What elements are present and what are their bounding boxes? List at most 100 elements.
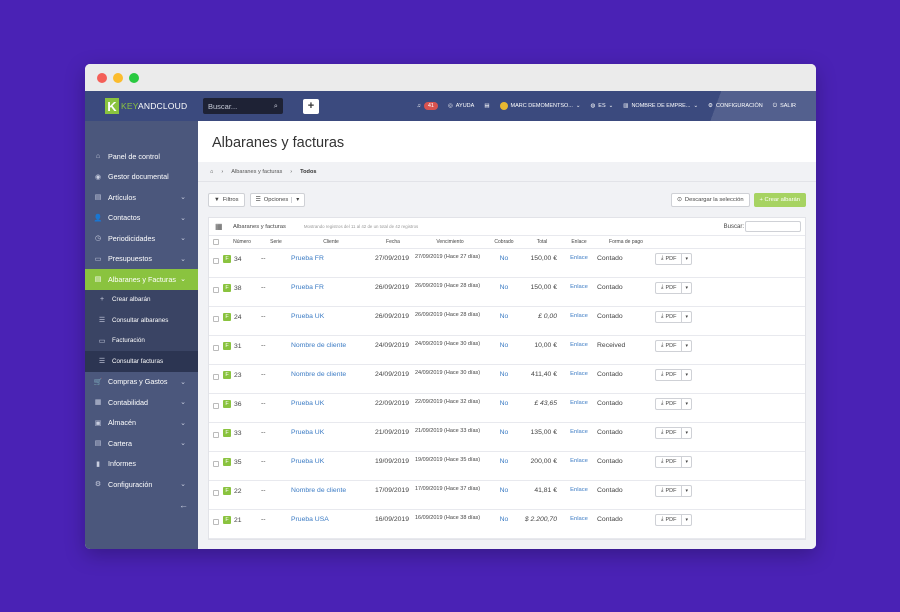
caret-down-icon[interactable]: ▾ xyxy=(682,285,691,291)
sidebar-item-presupuestos[interactable]: ▭ Presupuestos ⌄ xyxy=(85,249,198,270)
paid-status[interactable]: No xyxy=(485,335,523,365)
sidebar-item-compras-y-gastos[interactable]: 🛒 Compras y Gastos ⌄ xyxy=(85,372,198,393)
caret-down-icon[interactable]: ▾ xyxy=(682,372,691,378)
caret-down-icon[interactable]: ▾ xyxy=(682,517,691,523)
logout-link[interactable]: ⏻ SALIR xyxy=(773,103,796,110)
paid-status[interactable]: No xyxy=(485,509,523,539)
company-menu[interactable]: ▥ NOMBRE DE EMPRE... ⌄ xyxy=(623,103,698,109)
link[interactable]: Enlace xyxy=(561,277,597,307)
client-link[interactable]: Nombre de cliente xyxy=(291,335,371,365)
pdf-button[interactable]: ⤓ PDF ▾ xyxy=(655,310,692,323)
caret-down-icon[interactable]: ▾ xyxy=(682,430,691,436)
sidebar-item-crear-albarán[interactable]: + Crear albarán xyxy=(85,290,198,311)
pdf-button[interactable]: ⤓ PDF ▾ xyxy=(655,513,692,526)
sidebar-item-gestor-documental[interactable]: ◉ Gestor documental xyxy=(85,167,198,188)
link[interactable]: Enlace xyxy=(561,509,597,539)
table-search-input[interactable] xyxy=(745,221,801,232)
row-checkbox[interactable] xyxy=(213,286,219,293)
sidebar-item-artículos[interactable]: ▤ Artículos ⌄ xyxy=(85,187,198,208)
collapse-sidebar-icon[interactable]: ← xyxy=(85,495,198,515)
link[interactable]: Enlace xyxy=(561,480,597,510)
table-row[interactable]: F 22 -- Nombre de cliente 17/09/2019 17/09/20… xyxy=(209,480,805,510)
language-menu[interactable]: ◍ ES ⌄ xyxy=(590,103,613,109)
paid-status[interactable]: No xyxy=(485,451,523,481)
row-checkbox[interactable] xyxy=(213,257,219,264)
table-row[interactable]: F 31 -- Nombre de cliente 24/09/2019 24/09/20… xyxy=(209,335,805,365)
notifications[interactable]: ♫ 41 xyxy=(417,102,438,110)
link[interactable]: Enlace xyxy=(561,393,597,423)
row-checkbox[interactable] xyxy=(213,489,219,496)
caret-down-icon[interactable]: ▾ xyxy=(682,314,691,320)
table-row[interactable]: F 36 -- Prueba UK 22/09/2019 22/09/2019 (Hace… xyxy=(209,393,805,423)
client-link[interactable]: Prueba FR xyxy=(291,248,371,278)
pdf-button[interactable]: ⤓ PDF ▾ xyxy=(655,252,692,265)
maximize-dot[interactable] xyxy=(129,72,139,83)
caret-down-icon[interactable]: ▾ xyxy=(682,256,691,262)
minimize-dot[interactable] xyxy=(113,72,123,83)
table-row[interactable]: F 34 -- Prueba FR 27/09/2019 27/09/2019 (Hace… xyxy=(209,248,805,278)
client-link[interactable]: Prueba UK xyxy=(291,451,371,481)
client-link[interactable]: Prueba USA xyxy=(291,509,371,539)
table-row[interactable]: F 23 -- Nombre de cliente 24/09/2019 24/09/20… xyxy=(209,364,805,394)
sidebar-item-contabilidad[interactable]: ▦ Contabilidad ⌄ xyxy=(85,392,198,413)
sidebar-item-facturación[interactable]: ▭ Facturación xyxy=(85,331,198,352)
select-all-checkbox[interactable] xyxy=(213,239,219,246)
row-checkbox[interactable] xyxy=(213,315,219,322)
calendar-button[interactable]: ▤ xyxy=(484,103,489,109)
sidebar-item-consultar-albaranes[interactable]: ☰ Consultar albaranes xyxy=(85,310,198,331)
table-row[interactable]: F 35 -- Prueba UK 19/09/2019 19/09/2019 (Hace… xyxy=(209,451,805,481)
table-row[interactable]: F 24 -- Prueba UK 26/09/2019 26/09/2019 (Hace… xyxy=(209,306,805,336)
caret-down-icon[interactable]: ▾ xyxy=(682,459,691,465)
pdf-button[interactable]: ⤓ PDF ▾ xyxy=(655,368,692,381)
pdf-button[interactable]: ⤓ PDF ▾ xyxy=(655,484,692,497)
logo[interactable]: K KEYANDCLOUD xyxy=(85,91,198,121)
sidebar-item-panel-de-control[interactable]: ⌂ Panel de control xyxy=(85,146,198,167)
column-header[interactable] xyxy=(209,236,223,249)
row-checkbox[interactable] xyxy=(213,373,219,380)
paid-status[interactable]: No xyxy=(485,277,523,307)
client-link[interactable]: Prueba UK xyxy=(291,306,371,336)
pdf-button[interactable]: ⤓ PDF ▾ xyxy=(655,426,692,439)
link[interactable]: Enlace xyxy=(561,451,597,481)
link[interactable]: Enlace xyxy=(561,335,597,365)
client-link[interactable]: Prueba UK xyxy=(291,393,371,423)
sidebar-item-contactos[interactable]: 👤 Contactos ⌄ xyxy=(85,208,198,229)
create-albaran-button[interactable]: + Crear albarán xyxy=(753,192,806,207)
pdf-button[interactable]: ⤓ PDF ▾ xyxy=(655,281,692,294)
breadcrumb-section[interactable]: Albaranes y facturas xyxy=(231,169,282,175)
link[interactable]: Enlace xyxy=(561,306,597,336)
options-button[interactable]: ☰ Opciones ▾ xyxy=(249,192,306,207)
row-checkbox[interactable] xyxy=(213,344,219,351)
client-link[interactable]: Prueba UK xyxy=(291,422,371,452)
row-checkbox[interactable] xyxy=(213,402,219,409)
table-row[interactable]: F 21 -- Prueba USA 16/09/2019 16/09/2019 (Hac… xyxy=(209,509,805,539)
sidebar-item-periodicidades[interactable]: ◷ Periodicidades ⌄ xyxy=(85,228,198,249)
caret-down-icon[interactable]: ▾ xyxy=(682,488,691,494)
sidebar-item-consultar-facturas[interactable]: ☰ Consultar facturas xyxy=(85,351,198,372)
home-icon[interactable]: ⌂ xyxy=(210,169,213,175)
client-link[interactable]: Nombre de cliente xyxy=(291,364,371,394)
table-row[interactable]: F 38 -- Prueba FR 26/09/2019 26/09/2019 (Hace… xyxy=(209,277,805,307)
add-button[interactable]: + xyxy=(303,98,319,114)
search-input[interactable]: Buscar... ⌕ xyxy=(203,98,283,114)
sidebar-item-cartera[interactable]: ▤ Cartera ⌄ xyxy=(85,433,198,454)
config-link[interactable]: ⚙ CONFIGURACIÓN xyxy=(708,103,763,109)
pdf-button[interactable]: ⤓ PDF ▾ xyxy=(655,339,692,352)
help-link[interactable]: ◎ AYUDA xyxy=(448,103,474,109)
caret-down-icon[interactable]: ▾ xyxy=(682,343,691,349)
paid-status[interactable]: No xyxy=(485,364,523,394)
paid-status[interactable]: No xyxy=(485,306,523,336)
paid-status[interactable]: No xyxy=(485,422,523,452)
client-link[interactable]: Nombre de cliente xyxy=(291,480,371,510)
user-menu[interactable]: MARC DEMOMENTSO... ⌄ xyxy=(499,102,580,110)
row-checkbox[interactable] xyxy=(213,460,219,467)
download-selection-button[interactable]: ⊙ Descargar la selección xyxy=(671,192,750,207)
sidebar-item-almacén[interactable]: ▣ Almacén ⌄ xyxy=(85,413,198,434)
pdf-button[interactable]: ⤓ PDF ▾ xyxy=(655,455,692,468)
row-checkbox[interactable] xyxy=(213,431,219,438)
sidebar-item-informes[interactable]: ▮ Informes xyxy=(85,454,198,475)
filters-button[interactable]: ▼ Filtros xyxy=(208,192,245,207)
paid-status[interactable]: No xyxy=(485,393,523,423)
paid-status[interactable]: No xyxy=(485,248,523,278)
sidebar-item-configuración[interactable]: ⚙ Configuración ⌄ xyxy=(85,474,198,495)
